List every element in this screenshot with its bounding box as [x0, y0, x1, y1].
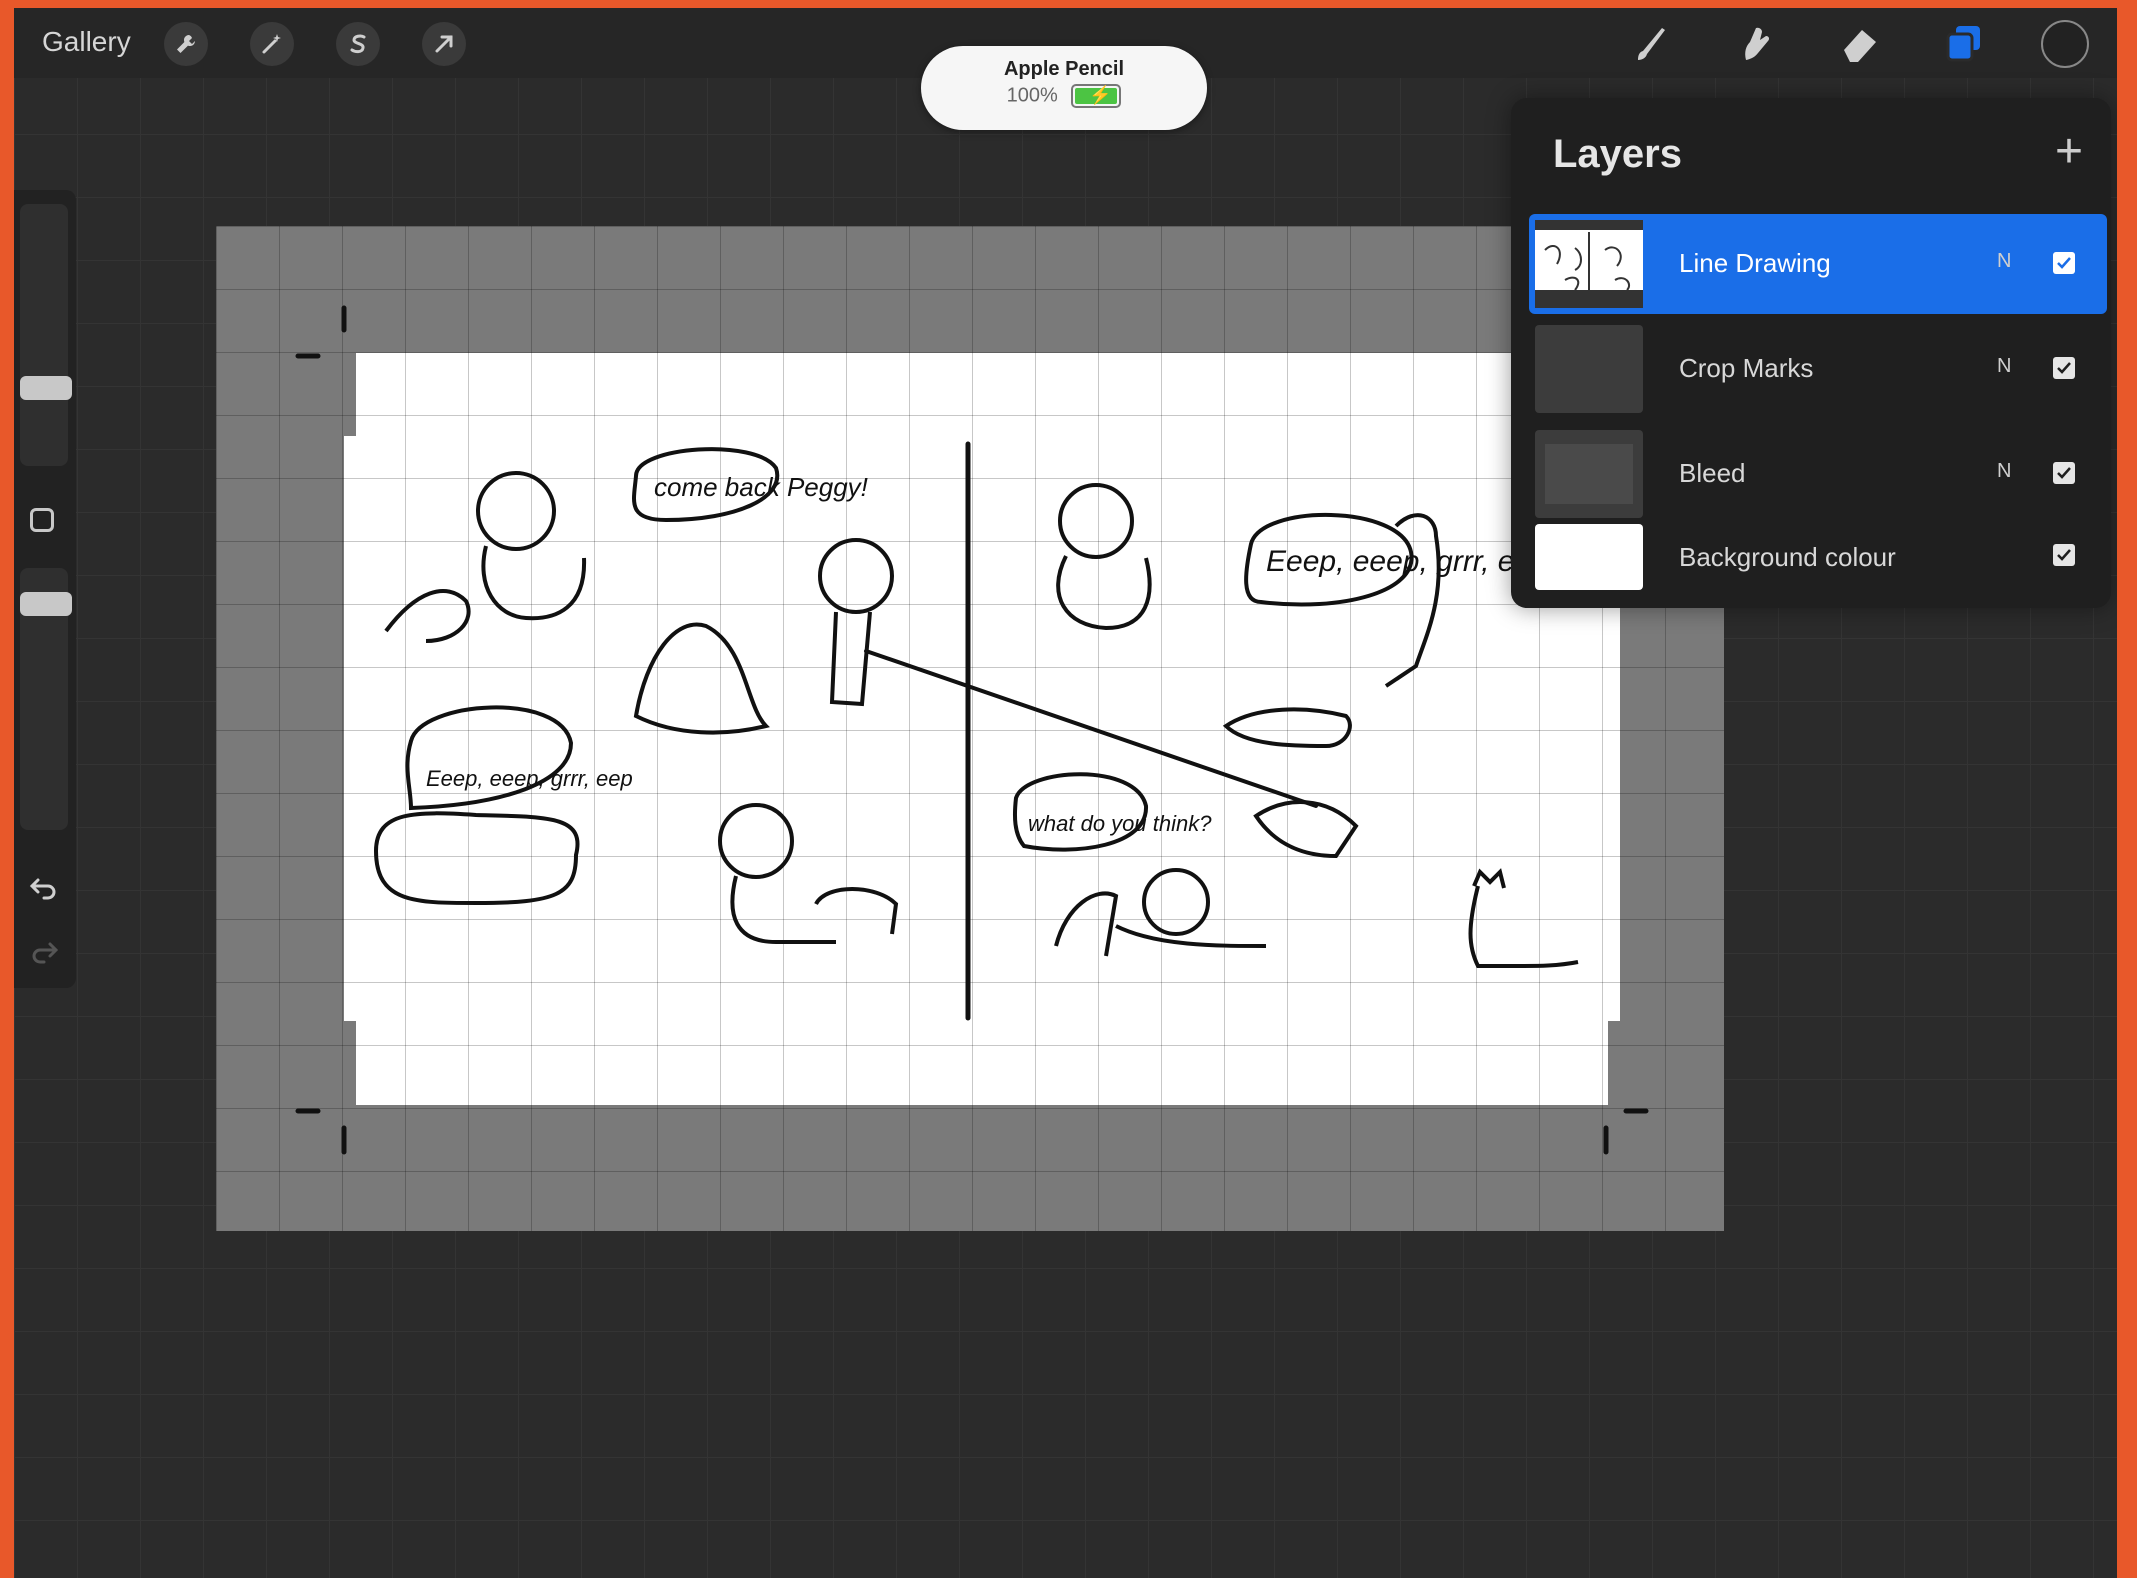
- opacity-slider[interactable]: [20, 568, 72, 830]
- sketch-blanket-dog: [633, 622, 770, 735]
- sketch-dog-leashed: [1253, 800, 1359, 859]
- layer-thumbnail: [1535, 524, 1643, 590]
- visibility-checkbox[interactable]: [2053, 252, 2075, 274]
- eraser-icon[interactable]: [1836, 20, 1884, 68]
- brush-size-thumb[interactable]: [20, 376, 72, 400]
- transform-arrow-icon[interactable]: [422, 22, 466, 66]
- brush-icon[interactable]: [1628, 20, 1676, 68]
- blend-mode-button[interactable]: N: [1997, 355, 2011, 378]
- selection-s-icon[interactable]: [336, 22, 380, 66]
- layer-row-bleed[interactable]: Bleed N: [1529, 424, 2107, 524]
- procreate-window: Gallery Apple Pencil 100% ⚡ come back Pe…: [14, 8, 2117, 1578]
- gallery-button[interactable]: Gallery: [42, 26, 131, 58]
- layer-name: Background colour: [1679, 542, 1896, 572]
- visibility-checkbox[interactable]: [2053, 462, 2075, 484]
- layer-name: Crop Marks: [1679, 353, 1814, 383]
- layers-panel: Layers + Line Drawing N Crop Marks N Ble…: [1511, 98, 2111, 608]
- sketch-child-head-2: [818, 538, 894, 614]
- layer-row-line-drawing[interactable]: Line Drawing N: [1529, 214, 2107, 314]
- sketch-child-body-1: [481, 545, 587, 621]
- line-drawing-artwork: come back Peggy! Eeep, eeep, grrr, eep E…: [295, 305, 1649, 1155]
- battery-icon: ⚡: [1071, 84, 1122, 108]
- modify-button[interactable]: [30, 508, 54, 532]
- layer-name: Line Drawing: [1679, 248, 1831, 278]
- pencil-title: Apple Pencil: [1003, 58, 1125, 80]
- layer-row-background-colour[interactable]: Background colour: [1529, 518, 2107, 598]
- smudge-icon[interactable]: [1732, 20, 1780, 68]
- undo-icon[interactable]: [28, 872, 60, 904]
- layer-name: Bleed: [1679, 458, 1746, 488]
- layer-thumbnail: [1535, 325, 1643, 413]
- left-sidebar: [14, 190, 76, 988]
- blend-mode-button[interactable]: N: [1997, 460, 2011, 483]
- layer-thumbnail: [1535, 430, 1643, 518]
- layer-thumbnail: [1535, 220, 1643, 308]
- layers-icon[interactable]: [1940, 20, 1988, 68]
- sketch-child-head-4: [718, 803, 794, 879]
- battery-percent: 100%: [1006, 84, 1058, 107]
- color-picker-button[interactable]: [2041, 20, 2089, 68]
- crop-marks: [295, 305, 1649, 1155]
- sketch-cat: [1468, 885, 1579, 968]
- wrench-icon[interactable]: [164, 22, 208, 66]
- sketch-running-dog: [1222, 707, 1352, 749]
- speech-bubble-3: [405, 705, 574, 811]
- layers-title: Layers: [1553, 132, 1682, 176]
- sketch-dog-bed: [373, 811, 580, 906]
- sketch-child-head-1: [476, 471, 556, 551]
- pencil-status-popup: Apple Pencil 100% ⚡: [921, 46, 1207, 130]
- sketch-child-body-4: [730, 875, 836, 944]
- sketch-dog-sitting: [1054, 891, 1119, 957]
- layer-row-crop-marks[interactable]: Crop Marks N: [1529, 319, 2107, 419]
- sketch-cat-ears: [1472, 868, 1506, 889]
- add-layer-button[interactable]: +: [2055, 128, 2083, 176]
- leash-line: [864, 649, 1318, 808]
- visibility-checkbox[interactable]: [2053, 357, 2075, 379]
- canvas-artboard[interactable]: come back Peggy! Eeep, eeep, grrr, eep E…: [216, 226, 1724, 1231]
- bubble-text-3: Eeep, eeep, grrr, eep: [426, 766, 633, 791]
- blend-mode-button[interactable]: N: [1997, 250, 2011, 273]
- sketch-dog-1: [384, 589, 471, 643]
- bubble-text-4: what do you think?: [1028, 811, 1212, 836]
- bubble-text-2: Eeep, eeep, grrr, eep: [1266, 545, 1548, 578]
- opacity-thumb[interactable]: [20, 592, 72, 616]
- redo-icon[interactable]: [28, 936, 60, 968]
- sketch-child-body-3: [1056, 555, 1152, 631]
- sketch-small-dog: [814, 887, 899, 935]
- sketch-child-head-3: [1058, 483, 1134, 559]
- brush-size-slider[interactable]: [20, 204, 72, 466]
- pencil-battery-row: 100% ⚡: [921, 84, 1207, 108]
- sketch-walking-child: [1384, 513, 1441, 688]
- visibility-checkbox[interactable]: [2053, 544, 2075, 566]
- sketch-child-head-5: [1142, 868, 1210, 936]
- bubble-text-1: come back Peggy!: [654, 472, 868, 502]
- magic-wand-icon[interactable]: [250, 22, 294, 66]
- sketch-child-body-2: [829, 611, 872, 707]
